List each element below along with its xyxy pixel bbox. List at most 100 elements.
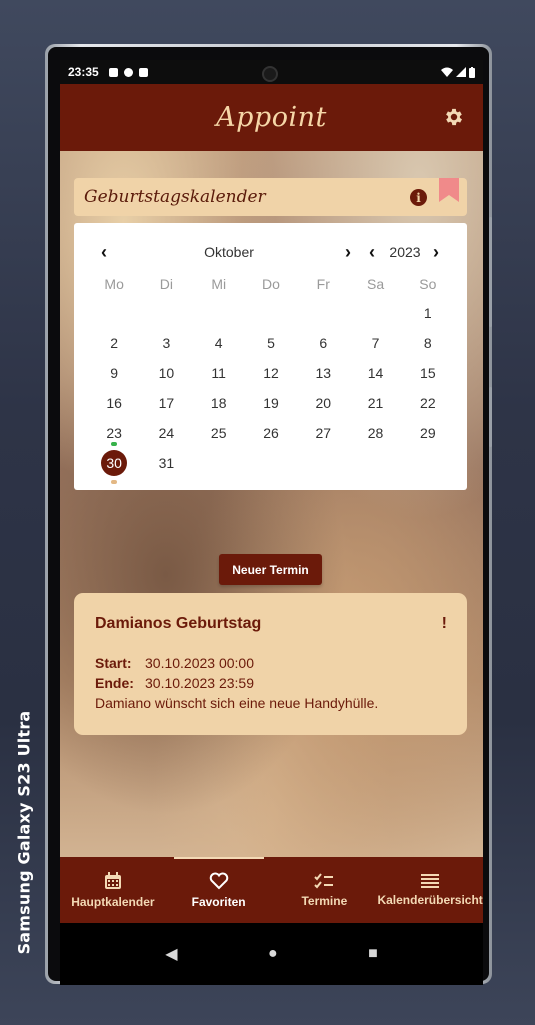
info-icon[interactable]: i: [410, 189, 427, 206]
weekday-label: Fr: [316, 276, 330, 292]
calendar-day[interactable]: 19: [245, 393, 297, 413]
calendar-day-marked[interactable]: 23: [88, 423, 140, 446]
calendar-day: [402, 453, 454, 473]
checklist-icon: [314, 872, 334, 888]
calendar-day: [349, 453, 401, 473]
wifi-icon: [441, 67, 453, 77]
calendar-day[interactable]: 22: [402, 393, 454, 413]
calendar-day[interactable]: 13: [297, 363, 349, 383]
calendar-day[interactable]: 10: [140, 363, 192, 383]
calendar-title: Geburtstagskalender: [84, 187, 266, 207]
app-title: Appoint: [216, 102, 327, 133]
weekday-label: Do: [262, 276, 280, 292]
end-value: 30.10.2023 23:59: [145, 675, 254, 691]
prev-month-button[interactable]: ‹: [96, 241, 112, 263]
calendar-day: [140, 303, 192, 323]
year-label: 2023: [389, 244, 421, 260]
event-end-row: Ende: 30.10.2023 23:59: [95, 675, 446, 691]
calendar-day[interactable]: 24: [140, 423, 192, 443]
sim-icon: [138, 67, 148, 77]
weekday-header: Mo Di Mi Do Fr Sa So: [88, 276, 454, 292]
gear-icon[interactable]: [443, 106, 465, 128]
back-icon[interactable]: ◀: [165, 944, 177, 964]
next-year-button[interactable]: ›: [428, 241, 444, 263]
calendar-day[interactable]: 27: [297, 423, 349, 443]
calendar-day: [88, 303, 140, 323]
calendar-day[interactable]: 12: [245, 363, 297, 383]
weekday-label: So: [419, 276, 437, 292]
event-indicator-dot: [111, 480, 118, 484]
volume-button: [489, 217, 492, 327]
phone-frame: 23:35 Appoint Geburtstagskalender i ‹ Ok…: [45, 44, 492, 985]
calendar-day[interactable]: 6: [297, 333, 349, 353]
weekday-label: Mo: [104, 276, 124, 292]
weekday-label: Di: [159, 276, 174, 292]
start-label: Start:: [95, 655, 132, 671]
home-icon[interactable]: ●: [268, 945, 278, 963]
calendar-nav: ‹ Oktober › ‹ 2023 ›: [74, 241, 467, 263]
month-label: Oktober: [204, 244, 254, 260]
system-navigation: ◀ ● ■: [60, 923, 483, 985]
main-content: Geburtstagskalender i ‹ Oktober › ‹ 2023…: [60, 151, 483, 857]
calendar-day-selected[interactable]: 30: [88, 450, 140, 484]
calendar-day[interactable]: 20: [297, 393, 349, 413]
calendar-week: 1: [88, 303, 454, 323]
heart-icon: [209, 872, 228, 889]
power-button: [489, 387, 492, 447]
prev-year-button[interactable]: ‹: [364, 241, 380, 263]
calendar-day[interactable]: 28: [349, 423, 401, 443]
new-appointment-button[interactable]: Neuer Termin: [219, 554, 322, 585]
battery-icon: [469, 66, 475, 78]
calendar-day[interactable]: 26: [245, 423, 297, 443]
month-calendar: ‹ Oktober › ‹ 2023 › Mo Di Mi Do Fr Sa S…: [74, 223, 467, 490]
calendar-day-number: 23: [106, 425, 122, 441]
calendar-day[interactable]: 15: [402, 363, 454, 383]
calendar-day[interactable]: 16: [88, 393, 140, 413]
calendar-day[interactable]: 1: [402, 303, 454, 323]
calendar-day[interactable]: 11: [193, 363, 245, 383]
event-description: Damiano wünscht sich eine neue Handyhüll…: [95, 695, 379, 711]
calendar-icon: [104, 871, 121, 889]
event-card[interactable]: Damianos Geburtstag ! Start: 30.10.2023 0…: [74, 593, 467, 735]
screen: 23:35 Appoint Geburtstagskalender i ‹ Ok…: [60, 60, 483, 985]
calendar-day[interactable]: 18: [193, 393, 245, 413]
calendar-day[interactable]: 29: [402, 423, 454, 443]
calendar-day[interactable]: 25: [193, 423, 245, 443]
nav-item-favoriten[interactable]: Favoriten: [166, 857, 272, 923]
notification-icon: [123, 67, 133, 77]
calendar-week: 2 3 4 5 6 7 8: [88, 333, 454, 353]
calendar-week: 30 31: [88, 450, 454, 484]
bookmark-icon[interactable]: [439, 178, 459, 202]
nav-item-label: Termine: [301, 893, 348, 908]
calendar-day: [193, 453, 245, 473]
calendar-day[interactable]: 9: [88, 363, 140, 383]
calendar-day[interactable]: 8: [402, 333, 454, 353]
calendar-day[interactable]: 2: [88, 333, 140, 353]
calendar-day[interactable]: 14: [349, 363, 401, 383]
calendar-day[interactable]: 17: [140, 393, 192, 413]
event-title: Damianos Geburtstag: [95, 615, 262, 632]
app-bar: Appoint: [60, 84, 483, 151]
calendar-header: Geburtstagskalender i: [74, 178, 467, 216]
calendar-day: [297, 453, 349, 473]
calendar-day[interactable]: 21: [349, 393, 401, 413]
list-icon: [421, 873, 440, 888]
notification-icon: [108, 67, 118, 77]
event-start-row: Start: 30.10.2023 00:00: [95, 655, 446, 671]
calendar-week: 9 10 11 12 13 14 15: [88, 363, 454, 383]
front-camera: [262, 66, 278, 82]
recents-icon[interactable]: ■: [368, 945, 378, 963]
next-month-button[interactable]: ›: [340, 241, 356, 263]
nav-item-kalenderuebersicht[interactable]: Kalenderübersicht: [377, 857, 483, 923]
bottom-navigation: Hauptkalender Favoriten Termine Kalender…: [60, 857, 483, 923]
calendar-day[interactable]: 3: [140, 333, 192, 353]
nav-item-termine[interactable]: Termine: [272, 857, 378, 923]
calendar-day[interactable]: 5: [245, 333, 297, 353]
calendar-day[interactable]: 31: [140, 453, 192, 473]
phone-body: 23:35 Appoint Geburtstagskalender i ‹ Ok…: [48, 47, 492, 985]
calendar-week: 23 24 25 26 27 28 29: [88, 423, 454, 446]
calendar-week: 16 17 18 19 20 21 22: [88, 393, 454, 413]
calendar-day[interactable]: 4: [193, 333, 245, 353]
calendar-day[interactable]: 7: [349, 333, 401, 353]
nav-item-hauptkalender[interactable]: Hauptkalender: [60, 857, 166, 923]
